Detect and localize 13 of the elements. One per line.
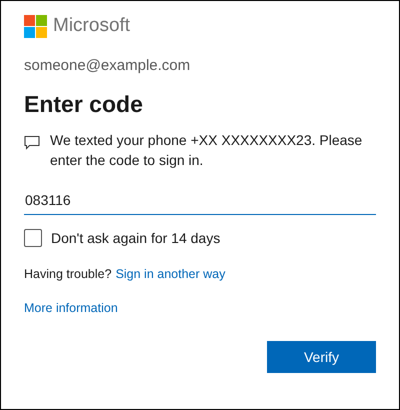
trouble-text: Having trouble? <box>24 267 112 281</box>
account-email: someone@example.com <box>24 57 192 74</box>
message-text: We texted your phone +XX XXXXXXXX23. Please enter the code to sign in. <box>50 131 364 170</box>
verify-button[interactable]: Verify <box>267 341 376 373</box>
checkbox-label: Don't ask again for 14 days <box>51 230 220 246</box>
sign-in-another-way-link[interactable]: Sign in another way <box>116 267 226 281</box>
checkbox[interactable] <box>24 229 42 247</box>
chat-icon <box>24 135 40 150</box>
code-field[interactable]: 083116 <box>24 188 376 215</box>
brand-name: Microsoft <box>53 15 130 37</box>
page-title: Enter code <box>24 91 144 118</box>
logo-icon <box>24 14 47 38</box>
more-information-link[interactable]: More information <box>24 301 118 315</box>
